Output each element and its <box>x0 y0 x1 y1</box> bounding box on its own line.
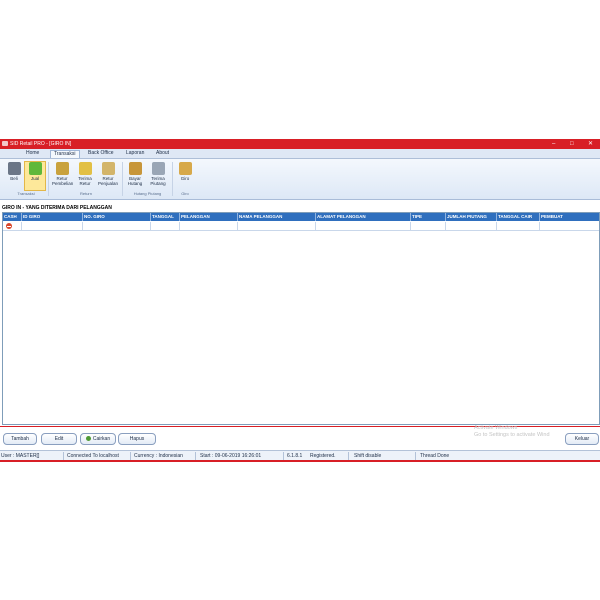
ribbon-button-giro[interactable]: Giro <box>175 162 195 181</box>
cash-out-label: Cairkan <box>92 436 111 442</box>
column-header-pelanggan[interactable]: PELANGGAN <box>180 213 238 221</box>
ribbon-label: Beli <box>10 176 18 181</box>
column-header-tanggal[interactable]: TANGGAL <box>151 213 180 221</box>
status-separator <box>415 452 416 460</box>
column-header-pembuat[interactable]: PEMBUAT <box>540 213 599 221</box>
ribbon-button-retur-penjualan[interactable]: Retur Penjualan <box>98 162 118 186</box>
app-window: SID Retail PRO - [GIRO IN] – □ ✕ Home Tr… <box>0 139 600 462</box>
receive-return-icon <box>78 162 92 175</box>
ribbon-button-terima-piutang[interactable]: Terima Piutang <box>148 162 168 186</box>
group-label-hutang-piutang: Hutang Piutang <box>133 191 162 196</box>
group-separator <box>172 162 173 196</box>
close-button[interactable]: ✕ <box>588 140 593 148</box>
column-header-tipe[interactable]: TIPE <box>411 213 446 221</box>
status-version: 6.1.8.1 <box>287 453 303 459</box>
ribbon-label: Jual <box>30 176 40 181</box>
ribbon-button-terima-retur[interactable]: Terima Retur <box>75 162 95 186</box>
table-cell[interactable] <box>540 222 599 230</box>
group-separator <box>122 162 123 196</box>
pay-debt-icon <box>128 162 142 175</box>
watermark-line-1: Activate Windows <box>474 425 518 431</box>
ribbon: Beli Jual Retur Pembelian Terima Retur R… <box>0 159 600 200</box>
status-registration: Registered. <box>310 453 336 459</box>
bottom-border <box>0 460 600 462</box>
section-title: GIRO IN - YANG DITERIMA DARI PELANGGAN <box>2 205 112 211</box>
table-cell[interactable] <box>3 222 22 230</box>
add-button[interactable]: Tambah <box>3 433 37 445</box>
tab-back-office[interactable]: Back Office <box>85 150 116 157</box>
column-header-no-giro[interactable]: NO. GIRO <box>83 213 151 221</box>
table-row[interactable] <box>3 222 599 231</box>
table-cell[interactable] <box>497 222 540 230</box>
buy-icon <box>7 162 21 175</box>
status-separator <box>130 452 131 460</box>
purchase-return-icon <box>55 162 69 175</box>
status-currency: Currency : Indonesian <box>134 453 183 459</box>
group-label-giro: Giro <box>181 191 189 196</box>
column-header-nama-pelanggan[interactable]: NAMA PELANGGAN <box>238 213 316 221</box>
group-separator <box>48 162 49 196</box>
title-bar: SID Retail PRO - [GIRO IN] – □ ✕ <box>0 139 600 149</box>
status-user: User : MASTER[] <box>1 453 40 459</box>
ribbon-label: Retur Penjualan <box>98 176 119 186</box>
cash-out-icon <box>85 436 91 442</box>
ribbon-button-retur-pembelian[interactable]: Retur Pembelian <box>52 162 74 186</box>
ribbon-label: Terima Piutang <box>150 176 166 186</box>
status-separator <box>195 452 196 460</box>
status-separator <box>283 452 284 460</box>
status-start-time: Start : 09-06-2019 16:26:01 <box>200 453 262 459</box>
status-connection: Connected To localhost <box>67 453 119 459</box>
ribbon-label: Giro <box>180 176 190 181</box>
column-header-id-giro[interactable]: ID GIRO <box>22 213 83 221</box>
table-cell[interactable] <box>180 222 238 230</box>
tab-about[interactable]: About <box>153 150 172 157</box>
tab-transaksi[interactable]: Transaksi <box>50 150 80 158</box>
sales-return-icon <box>101 162 115 175</box>
table-cell[interactable] <box>22 222 83 230</box>
maximize-button[interactable]: □ <box>570 140 574 148</box>
edit-button[interactable]: Edit <box>41 433 77 445</box>
exit-button[interactable]: Keluar <box>565 433 599 445</box>
column-header-cash[interactable]: CASH <box>3 213 22 221</box>
tab-laporan[interactable]: Laporan <box>123 150 147 157</box>
ribbon-button-beli[interactable]: Beli <box>4 162 24 181</box>
column-header-alamat-pelanggan[interactable]: ALAMAT PELANGGAN <box>316 213 411 221</box>
minimize-button[interactable]: – <box>552 140 555 148</box>
ribbon-button-jual[interactable]: Jual <box>24 161 46 191</box>
receive-receivable-icon <box>151 162 165 175</box>
column-header-tanggal-cair[interactable]: TANGGAL CAIR <box>497 213 540 221</box>
ribbon-button-bayar-hutang[interactable]: Bayar Hutang <box>125 162 145 186</box>
table-cell[interactable] <box>446 222 497 230</box>
status-separator <box>63 452 64 460</box>
table-cell[interactable] <box>411 222 446 230</box>
table-header: CASH ID GIRO NO. GIRO TANGGAL PELANGGAN … <box>3 213 599 221</box>
status-separator <box>348 452 349 460</box>
status-thread: Thread Done <box>420 453 450 459</box>
table-cell[interactable] <box>83 222 151 230</box>
giro-table[interactable]: CASH ID GIRO NO. GIRO TANGGAL PELANGGAN … <box>2 212 600 425</box>
ribbon-label: Bayar Hutang <box>127 176 143 186</box>
delete-button[interactable]: Hapus <box>118 433 156 445</box>
app-logo-icon <box>2 141 8 146</box>
table-cell[interactable] <box>151 222 180 230</box>
menu-tabs: Home Transaksi Back Office Laporan About <box>0 149 600 159</box>
status-shift: Shift disable <box>354 453 382 459</box>
cash-out-button[interactable]: Cairkan <box>80 433 116 445</box>
group-label-return: Return <box>79 191 92 196</box>
sell-icon <box>28 162 42 175</box>
ribbon-label: Terima Retur <box>78 176 92 186</box>
watermark-line-2: Go to Settings to activate Wind <box>474 432 550 438</box>
column-header-jumlah-piutang[interactable]: JUMLAH PIUTANG <box>446 213 497 221</box>
table-cell[interactable] <box>238 222 316 230</box>
giro-icon <box>178 162 192 175</box>
ribbon-label: Retur Pembelian <box>52 176 74 186</box>
activation-watermark: Activate Windows Go to Settings to activ… <box>474 425 550 439</box>
group-label-transaksi: Transaksi <box>17 191 35 196</box>
tab-home[interactable]: Home <box>23 150 42 157</box>
table-cell[interactable] <box>316 222 411 230</box>
window-title: SID Retail PRO - [GIRO IN] <box>10 141 72 147</box>
